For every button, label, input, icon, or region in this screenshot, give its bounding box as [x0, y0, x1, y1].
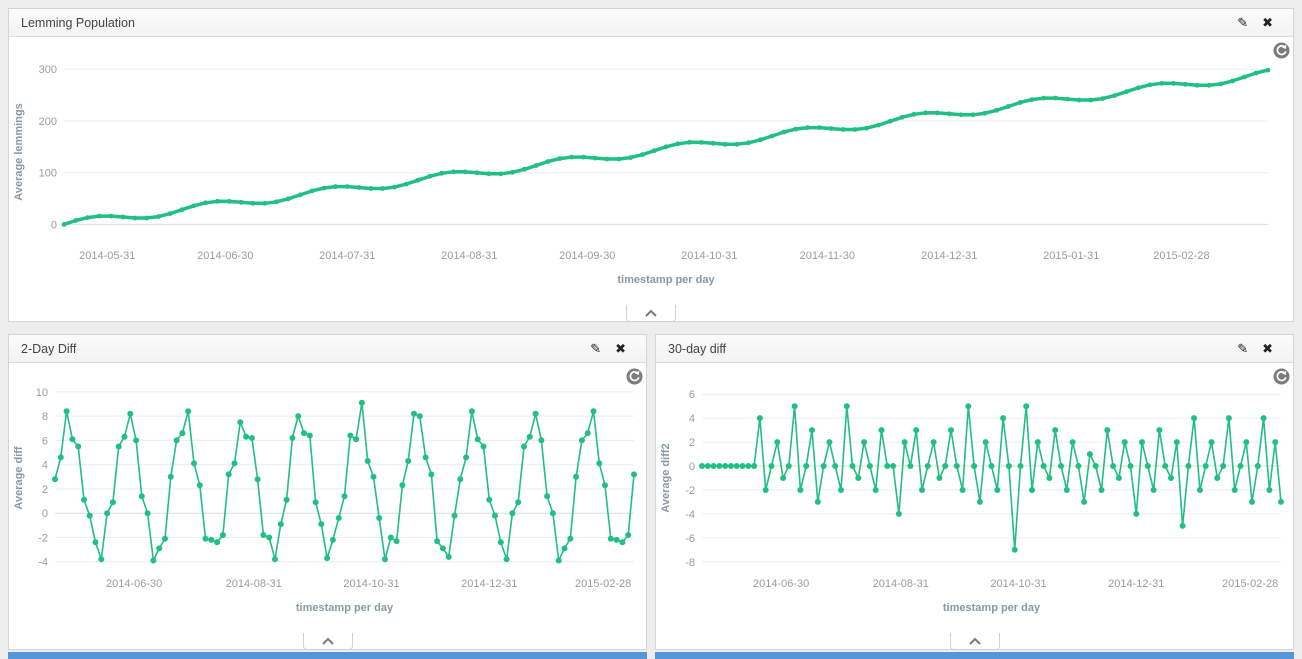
- panel-title: Lemming Population: [21, 16, 135, 30]
- svg-text:6: 6: [42, 435, 48, 447]
- svg-text:2014-12-31: 2014-12-31: [1108, 578, 1164, 590]
- close-panel-icon[interactable]: ✖: [615, 342, 626, 355]
- panel-header: 2-Day Diff ✎ ✖: [9, 335, 646, 363]
- svg-text:2014-10-31: 2014-10-31: [990, 578, 1046, 590]
- svg-text:200: 200: [39, 116, 57, 128]
- svg-text:0: 0: [42, 508, 48, 520]
- svg-text:2014-07-31: 2014-07-31: [319, 250, 375, 262]
- panel-30-day-diff: 30-day diff ✎ ✖ -8 -6 -4 -2 0 2 4 6 2014-06-30 20…: [655, 334, 1294, 650]
- svg-text:-8: -8: [685, 557, 695, 569]
- svg-text:2015-02-28: 2015-02-28: [575, 578, 631, 590]
- svg-text:-2: -2: [38, 532, 48, 544]
- svg-text:2014-11-30: 2014-11-30: [800, 250, 855, 262]
- chart-area: -8 -6 -4 -2 0 2 4 6 2014-06-30 2014-08-31 2014-10-…: [656, 363, 1293, 649]
- svg-text:0: 0: [689, 461, 695, 473]
- svg-text:2014-08-31: 2014-08-31: [441, 250, 497, 262]
- svg-text:2015-02-28: 2015-02-28: [1153, 250, 1209, 262]
- svg-text:2014-06-30: 2014-06-30: [753, 578, 809, 590]
- panel-title: 30-day diff: [668, 342, 726, 356]
- row-resize-bar-right[interactable]: [655, 652, 1294, 659]
- svg-text:-4: -4: [685, 509, 695, 521]
- edit-panel-icon[interactable]: ✎: [1237, 342, 1248, 355]
- collapse-panel-button[interactable]: [626, 305, 676, 322]
- svg-text:2015-02-28: 2015-02-28: [1222, 578, 1278, 590]
- svg-text:-2: -2: [685, 485, 695, 497]
- bottom-row: 2-Day Diff ✎ ✖ -4 -2 0 2 4 6 8 10 2014-06-30 2014…: [8, 334, 1294, 650]
- svg-text:2015-01-31: 2015-01-31: [1043, 250, 1099, 262]
- row-bars: [8, 652, 1294, 659]
- panel-header-actions: ✎ ✖: [1237, 16, 1273, 29]
- svg-text:timestamp per day: timestamp per day: [943, 602, 1041, 614]
- panel-lemming-population: Lemming Population ✎ ✖ 0 100 200 300 2014-05…: [8, 8, 1294, 322]
- svg-text:300: 300: [39, 64, 57, 76]
- svg-text:2014-12-31: 2014-12-31: [461, 578, 517, 590]
- panel-header-actions: ✎ ✖: [590, 342, 626, 355]
- history-icon[interactable]: [1273, 368, 1290, 385]
- svg-text:0: 0: [51, 219, 57, 231]
- svg-text:2: 2: [689, 437, 695, 449]
- edit-panel-icon[interactable]: ✎: [1237, 16, 1248, 29]
- svg-text:2014-06-30: 2014-06-30: [106, 578, 162, 590]
- panel-title: 2-Day Diff: [21, 342, 76, 356]
- chevron-up-icon: [644, 309, 658, 318]
- panel-header: 30-day diff ✎ ✖: [656, 335, 1293, 363]
- svg-text:4: 4: [689, 413, 695, 425]
- svg-text:2014-09-30: 2014-09-30: [559, 250, 615, 262]
- svg-text:10: 10: [36, 387, 48, 399]
- svg-text:2014-10-31: 2014-10-31: [681, 250, 737, 262]
- svg-text:6: 6: [689, 389, 695, 401]
- history-icon[interactable]: [1273, 42, 1290, 59]
- svg-text:2014-05-31: 2014-05-31: [79, 250, 135, 262]
- collapse-panel-button[interactable]: [950, 633, 1000, 650]
- svg-text:8: 8: [42, 411, 48, 423]
- svg-text:-4: -4: [38, 557, 48, 569]
- chart-area: 0 100 200 300 2014-05-31 2014-06-30 2014-07-31…: [9, 37, 1293, 321]
- panel-header: Lemming Population ✎ ✖: [9, 9, 1293, 37]
- svg-text:2014-12-31: 2014-12-31: [921, 250, 977, 262]
- close-panel-icon[interactable]: ✖: [1262, 342, 1273, 355]
- chevron-up-icon: [321, 637, 335, 646]
- svg-text:timestamp per day: timestamp per day: [617, 274, 715, 286]
- svg-text:Average lemmings: Average lemmings: [13, 103, 25, 200]
- svg-text:2014-08-31: 2014-08-31: [873, 578, 929, 590]
- svg-text:2014-08-31: 2014-08-31: [226, 578, 282, 590]
- chart-area: -4 -2 0 2 4 6 8 10 2014-06-30 2014-08-31 2014-10-3…: [9, 363, 646, 649]
- svg-text:Average diff: Average diff: [13, 446, 25, 510]
- row-resize-bar-left[interactable]: [8, 652, 647, 659]
- chevron-up-icon: [968, 637, 982, 646]
- edit-panel-icon[interactable]: ✎: [590, 342, 601, 355]
- svg-text:100: 100: [39, 168, 57, 180]
- svg-text:Average diff2: Average diff2: [660, 443, 672, 512]
- svg-text:timestamp per day: timestamp per day: [296, 602, 394, 614]
- svg-text:-6: -6: [685, 533, 695, 545]
- two-day-diff-chart[interactable]: -4 -2 0 2 4 6 8 10 2014-06-30 2014-08-31 2014-10-3…: [9, 363, 646, 649]
- collapse-panel-button[interactable]: [303, 633, 353, 650]
- svg-text:2014-06-30: 2014-06-30: [197, 250, 253, 262]
- svg-text:2014-10-31: 2014-10-31: [343, 578, 399, 590]
- svg-text:2: 2: [42, 484, 48, 496]
- thirty-day-diff-chart[interactable]: -8 -6 -4 -2 0 2 4 6 2014-06-30 2014-08-31 2014-10-…: [656, 363, 1293, 649]
- panel-header-actions: ✎ ✖: [1237, 342, 1273, 355]
- svg-text:4: 4: [42, 460, 48, 472]
- close-panel-icon[interactable]: ✖: [1262, 16, 1273, 29]
- dashboard: Lemming Population ✎ ✖ 01002003002014-05…: [0, 0, 1302, 659]
- panel-2-day-diff: 2-Day Diff ✎ ✖ -4 -2 0 2 4 6 8 10 2014-06-30 2014…: [8, 334, 647, 650]
- history-icon[interactable]: [626, 368, 643, 385]
- lemming-population-chart[interactable]: 0 100 200 300 2014-05-31 2014-06-30 2014-07-31…: [9, 37, 1293, 321]
